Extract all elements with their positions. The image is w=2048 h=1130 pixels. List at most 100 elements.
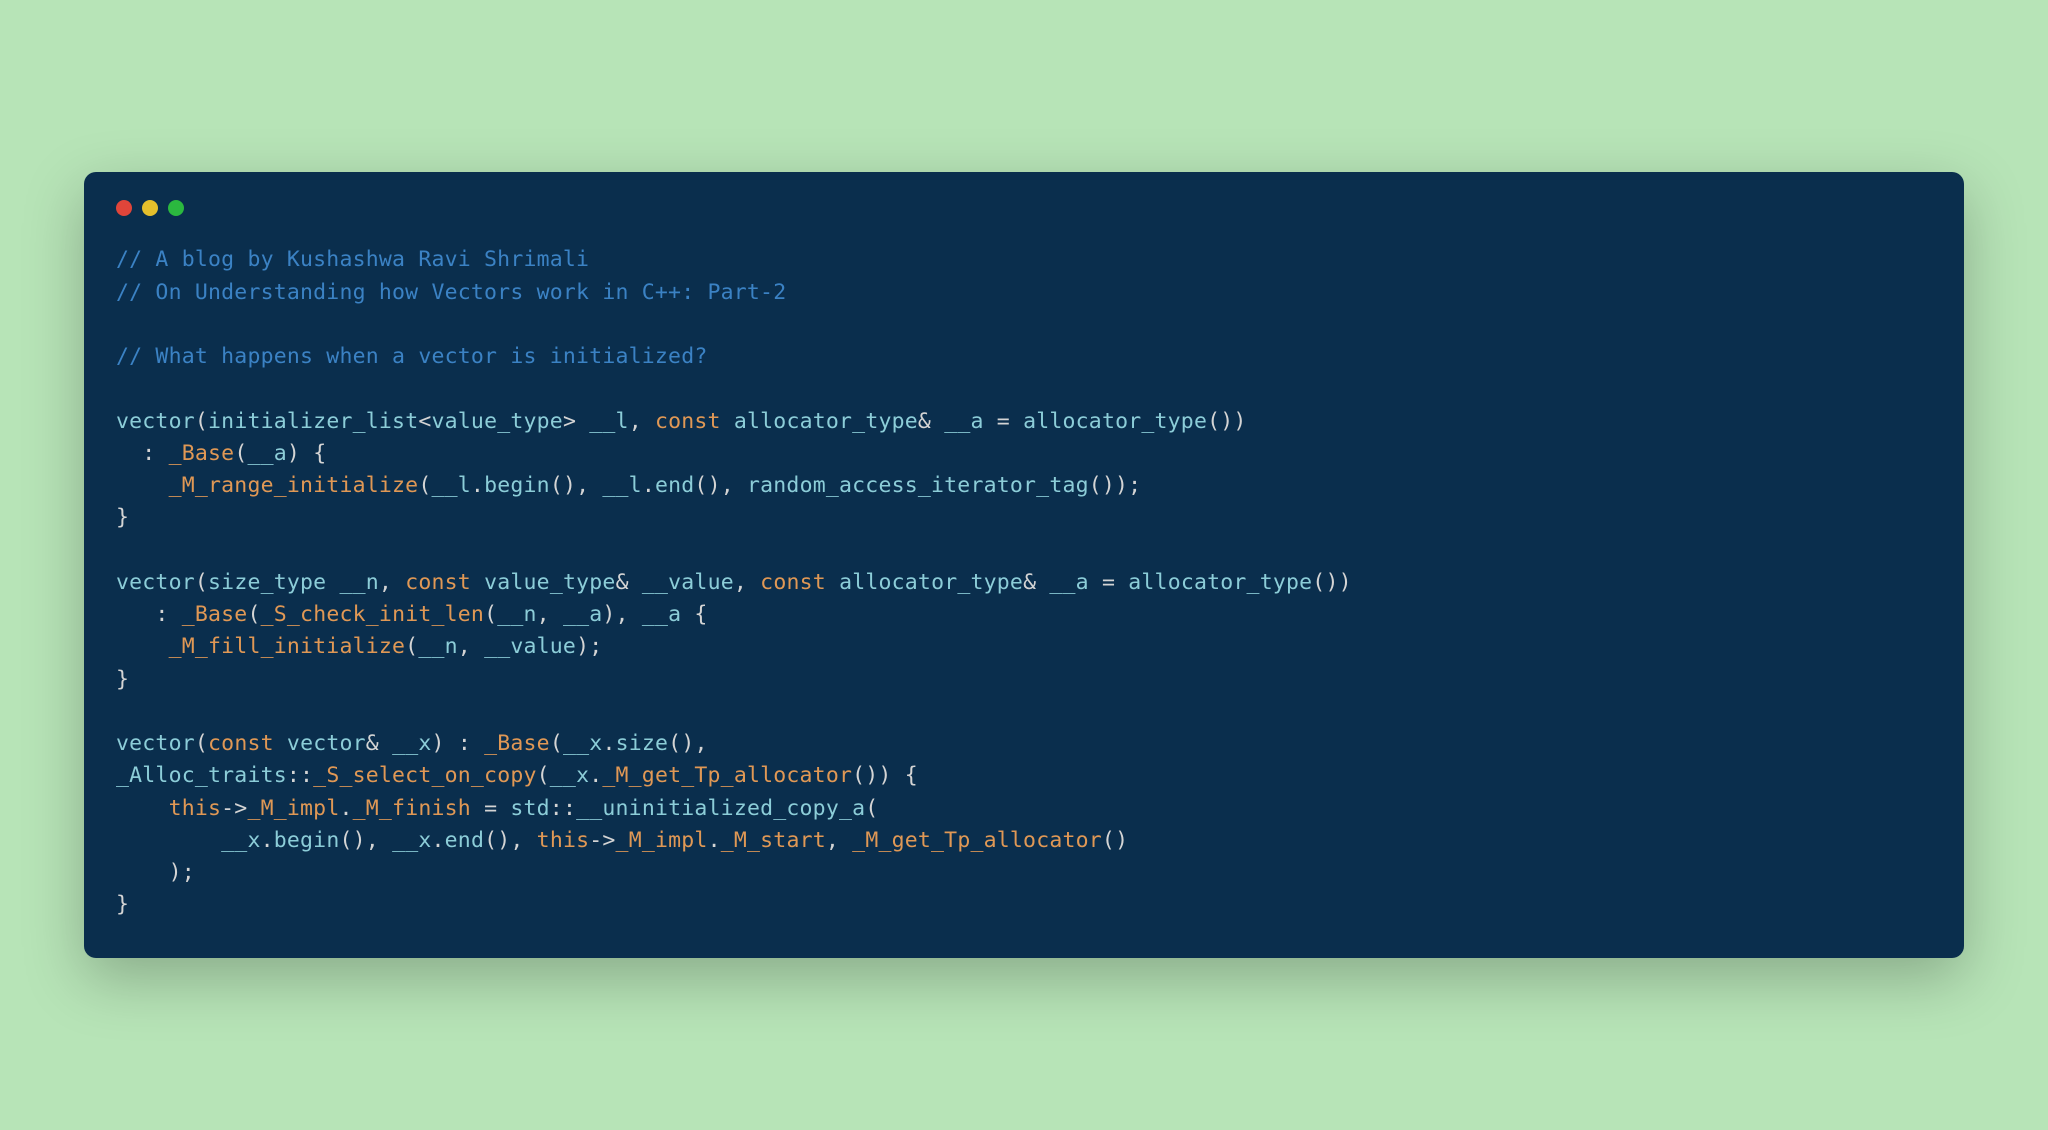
code-token: :: bbox=[550, 796, 576, 821]
code-token: ( bbox=[405, 634, 418, 659]
code-token: __l bbox=[589, 409, 628, 434]
code-token: value_type bbox=[484, 570, 615, 595]
code-block: // A blog by Kushashwa Ravi Shrimali // … bbox=[116, 244, 1932, 921]
code-token: , bbox=[734, 570, 760, 595]
code-token bbox=[116, 473, 169, 498]
code-token: end bbox=[655, 473, 694, 498]
code-token: __x bbox=[392, 731, 431, 756]
code-token: __a bbox=[642, 602, 681, 627]
code-token: } bbox=[116, 892, 129, 917]
code-token: ()); bbox=[1089, 473, 1142, 498]
code-token: & bbox=[1023, 570, 1049, 595]
code-token: begin bbox=[274, 828, 340, 853]
code-token: _M_fill_initialize bbox=[169, 634, 406, 659]
code-token: size_type bbox=[208, 570, 326, 595]
code-token: ( bbox=[537, 763, 550, 788]
code-token: _M_impl bbox=[616, 828, 708, 853]
code-token: ) : bbox=[432, 731, 485, 756]
code-token: __uninitialized_copy_a bbox=[576, 796, 865, 821]
code-token: } bbox=[116, 667, 129, 692]
code-token: -> bbox=[221, 796, 247, 821]
code-token: _S_select_on_copy bbox=[313, 763, 536, 788]
code-token: (), bbox=[550, 473, 603, 498]
code-token: __l bbox=[431, 473, 470, 498]
code-token: __a bbox=[1049, 570, 1088, 595]
code-token: . bbox=[602, 731, 615, 756]
code-token bbox=[274, 731, 287, 756]
code-token: const bbox=[208, 731, 274, 756]
code-token: . bbox=[642, 473, 655, 498]
code-token: allocator_type bbox=[1023, 409, 1207, 434]
code-token: allocator_type bbox=[839, 570, 1023, 595]
maximize-icon[interactable] bbox=[168, 200, 184, 216]
close-icon[interactable] bbox=[116, 200, 132, 216]
code-token: __a bbox=[563, 602, 602, 627]
code-token: : bbox=[116, 441, 169, 466]
code-token: . bbox=[589, 763, 602, 788]
code-token: :: bbox=[287, 763, 313, 788]
code-token: . bbox=[471, 473, 484, 498]
code-token: . bbox=[708, 828, 721, 853]
code-token: vector bbox=[116, 409, 195, 434]
code-token: = bbox=[984, 409, 1023, 434]
code-token: __n bbox=[497, 602, 536, 627]
code-token: std bbox=[510, 796, 549, 821]
code-token: const bbox=[760, 570, 826, 595]
code-token: ( bbox=[550, 731, 563, 756]
code-token: _Base bbox=[484, 731, 550, 756]
code-token: __n bbox=[418, 634, 457, 659]
code-token: ( bbox=[865, 796, 878, 821]
code-token: __x bbox=[550, 763, 589, 788]
code-token bbox=[721, 409, 734, 434]
code-token: ); bbox=[169, 860, 195, 885]
code-token: value_type bbox=[432, 409, 563, 434]
code-token: begin bbox=[484, 473, 550, 498]
terminal-window: // A blog by Kushashwa Ravi Shrimali // … bbox=[84, 172, 1964, 957]
code-token: ( bbox=[484, 602, 497, 627]
window-titlebar bbox=[116, 200, 1932, 216]
code-token: ( bbox=[195, 570, 208, 595]
code-token: const bbox=[405, 570, 471, 595]
code-token: , bbox=[379, 570, 405, 595]
code-token: initializer_list bbox=[208, 409, 418, 434]
code-token: ( bbox=[195, 409, 208, 434]
code-token: __value bbox=[484, 634, 576, 659]
comment-line: // What happens when a vector is initial… bbox=[116, 344, 707, 369]
code-token: __x bbox=[563, 731, 602, 756]
code-token: __n bbox=[339, 570, 378, 595]
code-token: (), bbox=[694, 473, 747, 498]
code-token: _S_check_init_len bbox=[261, 602, 484, 627]
code-token: . bbox=[432, 828, 445, 853]
code-token: vector bbox=[287, 731, 366, 756]
code-token: ()) bbox=[1207, 409, 1246, 434]
code-token: , bbox=[629, 409, 655, 434]
code-token: ( bbox=[234, 441, 247, 466]
comment-line: // On Understanding how Vectors work in … bbox=[116, 280, 786, 305]
code-token: _M_get_Tp_allocator bbox=[602, 763, 852, 788]
code-token: this bbox=[169, 796, 222, 821]
code-token: const bbox=[655, 409, 721, 434]
code-token: ( bbox=[247, 602, 260, 627]
code-token: -> bbox=[589, 828, 615, 853]
code-token: _M_start bbox=[721, 828, 826, 853]
code-token: random_access_iterator_tag bbox=[747, 473, 1089, 498]
code-token bbox=[116, 860, 169, 885]
code-token: _Alloc_traits bbox=[116, 763, 287, 788]
code-token: = bbox=[471, 796, 510, 821]
code-token: (), bbox=[339, 828, 392, 853]
code-token: & bbox=[616, 570, 642, 595]
code-token bbox=[826, 570, 839, 595]
code-token bbox=[116, 796, 169, 821]
code-token: > bbox=[563, 409, 589, 434]
code-token: , bbox=[458, 634, 484, 659]
code-token: (), bbox=[668, 731, 707, 756]
code-token bbox=[471, 570, 484, 595]
code-token: allocator_type bbox=[1128, 570, 1312, 595]
code-token: _M_get_Tp_allocator bbox=[852, 828, 1102, 853]
code-token bbox=[326, 570, 339, 595]
code-token: . bbox=[261, 828, 274, 853]
code-token: = bbox=[1089, 570, 1128, 595]
comment-line: // A blog by Kushashwa Ravi Shrimali bbox=[116, 247, 589, 272]
minimize-icon[interactable] bbox=[142, 200, 158, 216]
code-token: ), bbox=[602, 602, 641, 627]
